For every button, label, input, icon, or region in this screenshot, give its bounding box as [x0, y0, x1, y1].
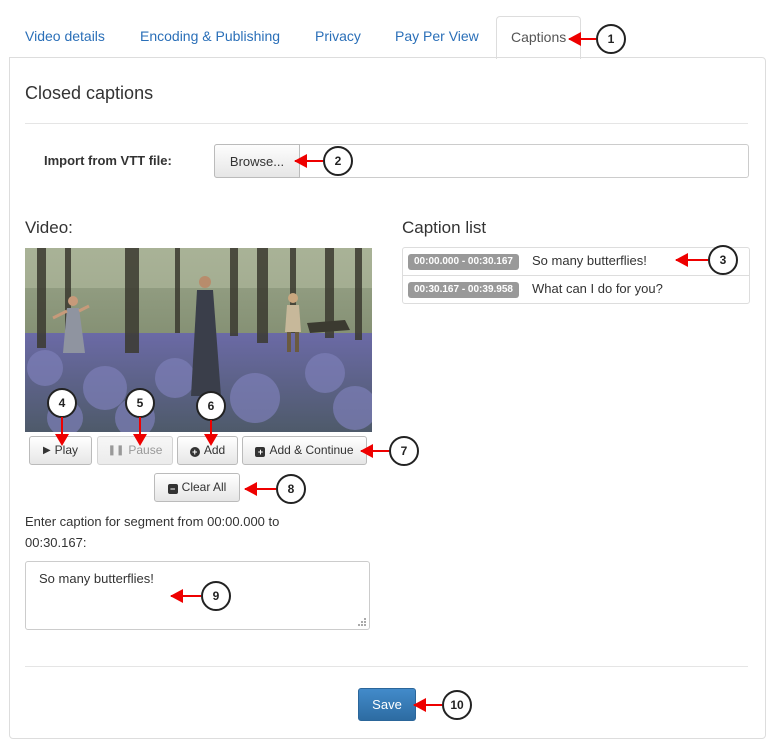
annotation-arrow [244, 482, 276, 496]
plus-circle-icon: + [189, 447, 200, 457]
annotation-callout-7: 7 [389, 436, 419, 466]
annotation-callout-9: 9 [201, 581, 231, 611]
caption-text: What can I do for you? [532, 281, 663, 296]
annotation-callout-1: 1 [596, 24, 626, 54]
plus-square-icon: + [255, 447, 266, 457]
tab-pay-per-view[interactable]: Pay Per View [395, 16, 479, 57]
divider [25, 666, 748, 667]
annotation-arrow [568, 32, 596, 46]
annotation-callout-10: 10 [442, 690, 472, 720]
segment-prompt: Enter caption for segment from 00:00.000… [25, 514, 280, 550]
divider [25, 123, 748, 124]
resize-grip-icon[interactable] [356, 616, 366, 626]
tab-bar: Video details Encoding & Publishing Priv… [10, 16, 765, 59]
add-continue-label: Add & Continue [269, 443, 354, 457]
tab-encoding-publishing[interactable]: Encoding & Publishing [140, 16, 280, 57]
annotation-callout-5: 5 [125, 388, 155, 418]
annotation-callout-4: 4 [47, 388, 77, 418]
annotation-callout-2: 2 [323, 146, 353, 176]
annotation-arrow [360, 444, 389, 458]
minus-square-icon: − [167, 484, 178, 494]
annotation-arrow [204, 420, 218, 446]
clear-all-label: Clear All [181, 480, 227, 494]
page-title: Closed captions [25, 83, 154, 103]
annotation-arrow [170, 589, 201, 603]
annotation-callout-6: 6 [196, 391, 226, 421]
caption-textarea-value: So many butterflies! [39, 571, 154, 586]
tab-privacy[interactable]: Privacy [315, 16, 361, 57]
import-vtt-label: Import from VTT file: [44, 153, 172, 168]
caption-text: So many butterflies! [532, 253, 647, 268]
annotation-callout-3: 3 [708, 245, 738, 275]
caption-time-badge: 00:30.167 - 00:39.958 [408, 282, 519, 298]
play-icon: ▶ [42, 445, 51, 456]
caption-item[interactable]: 00:00.000 - 00:30.167 So many butterflie… [403, 248, 749, 276]
caption-list-label: Caption list [402, 218, 487, 237]
annotation-callout-8: 8 [276, 474, 306, 504]
annotation-arrow [133, 417, 147, 446]
save-button[interactable]: Save [358, 688, 416, 721]
pause-icon: ❚❚ [107, 445, 125, 456]
video-label: Video: [25, 218, 73, 237]
clear-all-button[interactable]: − Clear All [154, 473, 240, 502]
caption-item[interactable]: 00:30.167 - 00:39.958 What can I do for … [403, 276, 749, 303]
browse-button[interactable]: Browse... [214, 144, 300, 178]
annotation-arrow [55, 417, 69, 446]
caption-list: 00:00.000 - 00:30.167 So many butterflie… [402, 247, 750, 304]
add-continue-button[interactable]: + Add & Continue [242, 436, 367, 465]
tab-video-details[interactable]: Video details [25, 16, 105, 57]
annotation-arrow [675, 253, 708, 267]
annotation-arrow [413, 698, 442, 712]
annotation-arrow [294, 154, 323, 168]
caption-time-badge: 00:00.000 - 00:30.167 [408, 254, 519, 270]
